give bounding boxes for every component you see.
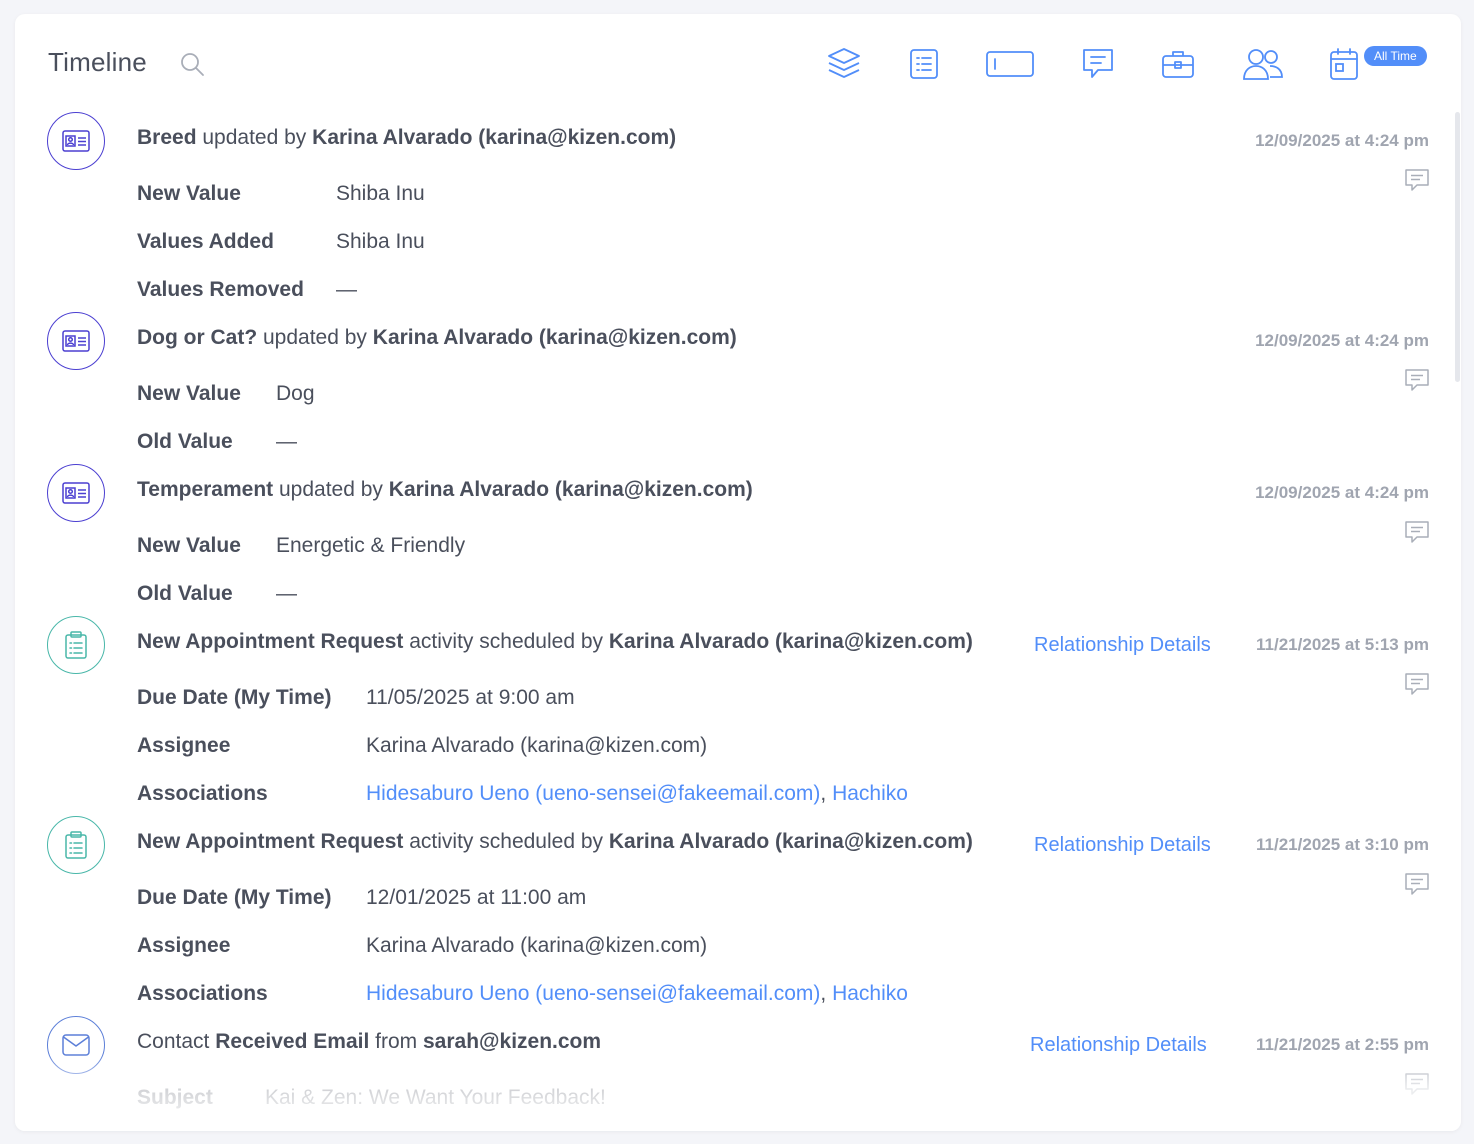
comment-icon[interactable] [1405,872,1429,896]
activity-name: New Appointment Request [137,630,404,653]
activity-name: New Appointment Request [137,830,404,853]
field-name: Dog or Cat? [137,326,258,349]
detail-value: Kai & Zen: We Want Your Feedback! [265,1086,606,1109]
detail-label: Values Removed [137,278,304,301]
people-icon[interactable] [1241,44,1285,84]
entry-title: Dog or Cat? updated by Karina Alvarado (… [137,326,737,350]
entry-timestamp: 12/09/2025 at 4:24 pm [1255,131,1429,150]
detail-value: Dog [276,382,315,405]
entry-title: Temperament updated by Karina Alvarado (… [137,478,753,502]
entry-prefix: Contact [137,1030,210,1053]
entry-user: Karina Alvarado (karina@kizen.com) [372,326,737,349]
association-link[interactable]: Hidesaburo Ueno (ueno-sensei@fakeemail.c… [366,982,820,1005]
entry-title: New Appointment Request activity schedul… [137,630,973,654]
page-title: Timeline [48,47,147,77]
timeline-card: Timeline All Time Breed updated by Karin… [15,14,1461,1131]
timeline-header: Timeline All Time [15,14,1461,106]
relationship-details-link[interactable]: Relationship Details [1030,1034,1207,1057]
detail-label: Due Date (My Time) [137,886,332,909]
comment-icon[interactable] [1405,1072,1429,1096]
clipboard-icon [47,616,105,674]
entry-user: Karina Alvarado (karina@kizen.com) [608,830,973,853]
entry-timestamp: 12/09/2025 at 4:24 pm [1255,331,1429,350]
detail-value: Karina Alvarado (karina@kizen.com) [366,934,708,957]
comment-icon[interactable] [1405,168,1429,192]
detail-label: Values Added [137,230,274,253]
list-icon[interactable] [908,44,940,84]
id-card-icon [47,112,105,170]
detail-label: Assignee [137,934,231,957]
entry-verb: updated by [263,326,367,349]
event-name: Received Email [215,1030,370,1053]
entry-verb: activity scheduled by [409,630,604,653]
entry-timestamp: 11/21/2025 at 5:13 pm [1256,635,1429,654]
entry-user: Karina Alvarado (karina@kizen.com) [608,630,973,653]
detail-label: Associations [137,982,268,1005]
briefcase-icon[interactable] [1161,44,1195,84]
detail-label: Subject [137,1086,213,1109]
detail-label: Due Date (My Time) [137,686,332,709]
calendar-icon[interactable] [1328,44,1360,84]
date-range-badge[interactable]: All Time [1364,46,1427,66]
detail-label: Associations [137,782,268,805]
entry-title: Contact Received Email from sarah@kizen.… [137,1030,601,1054]
detail-value: — [336,278,357,301]
detail-value: — [276,430,297,453]
entry-verb: activity scheduled by [409,830,604,853]
associations-value: Hidesaburo Ueno (ueno-sensei@fakeemail.c… [366,982,908,1006]
detail-value: 11/05/2025 at 9:00 am [366,686,575,709]
entry-title: Breed updated by Karina Alvarado (karina… [137,126,676,150]
id-card-icon [47,312,105,370]
layers-icon[interactable] [825,44,863,84]
association-separator: , [820,782,827,805]
field-name: Breed [137,126,197,149]
relationship-details-link[interactable]: Relationship Details [1034,834,1211,857]
detail-value: — [276,582,297,605]
scroll-fade-overlay [15,1054,1461,1131]
association-link[interactable]: Hidesaburo Ueno (ueno-sensei@fakeemail.c… [366,782,820,805]
detail-value: Shiba Inu [336,230,425,253]
association-link[interactable]: Hachiko [832,782,908,805]
scrollbar[interactable] [1455,112,1460,382]
detail-label: Old Value [137,430,233,453]
field-name: Temperament [137,478,274,501]
comment-icon[interactable] [1405,520,1429,544]
detail-label: New Value [137,182,241,205]
entry-timestamp: 11/21/2025 at 2:55 pm [1256,1035,1429,1054]
id-card-icon [47,464,105,522]
entry-verb: from [375,1030,418,1053]
clipboard-icon [47,816,105,874]
entry-user: Karina Alvarado (karina@kizen.com) [388,478,753,501]
entry-title: New Appointment Request activity schedul… [137,830,973,854]
comment-icon[interactable] [1405,672,1429,696]
entry-verb: updated by [202,126,307,149]
entry-user: Karina Alvarado (karina@kizen.com) [312,126,677,149]
entry-timestamp: 11/21/2025 at 3:10 pm [1256,835,1429,854]
detail-label: Old Value [137,582,233,605]
detail-value: Energetic & Friendly [276,534,466,557]
detail-value: Shiba Inu [336,182,425,205]
association-link[interactable]: Hachiko [832,982,908,1005]
detail-label: New Value [137,534,241,557]
detail-value: 12/01/2025 at 11:00 am [366,886,587,909]
field-icon[interactable] [985,44,1035,84]
message-icon[interactable] [1081,44,1115,84]
email-sender: sarah@kizen.com [423,1030,602,1053]
entry-verb: updated by [279,478,383,501]
association-separator: , [820,982,827,1005]
comment-icon[interactable] [1405,368,1429,392]
detail-value: Karina Alvarado (karina@kizen.com) [366,734,708,757]
detail-label: Assignee [137,734,231,757]
detail-label: New Value [137,382,241,405]
envelope-icon [47,1016,105,1074]
entry-timestamp: 12/09/2025 at 4:24 pm [1255,483,1429,502]
search-icon[interactable] [179,51,207,79]
associations-value: Hidesaburo Ueno (ueno-sensei@fakeemail.c… [366,782,908,806]
relationship-details-link[interactable]: Relationship Details [1034,634,1211,657]
